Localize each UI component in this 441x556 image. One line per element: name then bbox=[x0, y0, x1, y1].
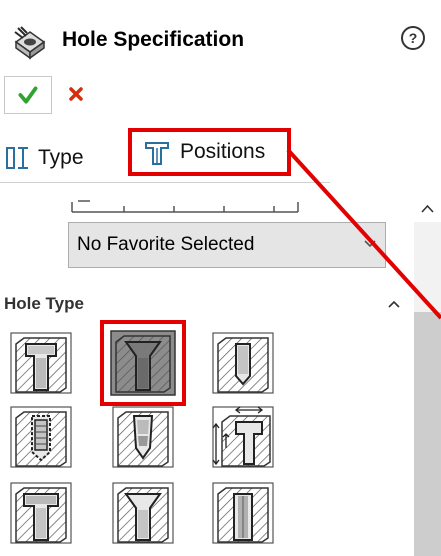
close-x-icon bbox=[69, 87, 83, 101]
straight-tap-icon bbox=[10, 406, 72, 468]
tab-positions[interactable]: Positions bbox=[128, 128, 291, 176]
hole-type-tab-icon bbox=[6, 147, 28, 169]
counterbore-slot-button[interactable] bbox=[8, 480, 74, 546]
tab-type[interactable]: Type bbox=[4, 140, 84, 176]
help-question-icon[interactable]: ? bbox=[399, 24, 427, 52]
dropdown-arrow-icon bbox=[364, 240, 376, 248]
hole-button[interactable] bbox=[210, 330, 276, 396]
scrollbar-thumb[interactable] bbox=[414, 312, 441, 556]
hole-icon bbox=[212, 332, 274, 394]
scrollbar-track[interactable] bbox=[414, 222, 441, 556]
collapse-chevron-icon[interactable] bbox=[386, 296, 402, 312]
legacy-hole-icon bbox=[212, 406, 274, 468]
cancel-button[interactable] bbox=[60, 76, 100, 114]
favorite-selected-value: No Favorite Selected bbox=[77, 234, 255, 255]
straight-tap-button[interactable] bbox=[8, 404, 74, 470]
tab-positions-label: Positions bbox=[180, 140, 266, 163]
slot-button[interactable] bbox=[210, 480, 276, 546]
hole-wizard-icon bbox=[14, 26, 46, 60]
counterbore-slot-icon bbox=[10, 482, 72, 544]
property-manager-header: Hole Specification ? bbox=[0, 0, 441, 80]
scroll-up-arrow-icon[interactable] bbox=[414, 196, 441, 222]
vertical-scrollbar[interactable] bbox=[414, 196, 441, 556]
ok-button[interactable] bbox=[4, 76, 52, 114]
property-manager-tabs: Type Positions bbox=[0, 126, 441, 186]
tapered-tap-button[interactable] bbox=[110, 404, 176, 470]
counterbore-button[interactable] bbox=[8, 330, 74, 396]
selected-hole-type-highlight bbox=[100, 320, 186, 406]
hole-type-section-header[interactable]: Hole Type bbox=[0, 288, 414, 322]
hole-positions-tab-icon bbox=[145, 142, 169, 165]
property-manager-title: Hole Specification bbox=[62, 28, 245, 51]
tapered-tap-icon bbox=[112, 406, 174, 468]
favorite-toolbar-ruler bbox=[71, 200, 299, 213]
hole-type-section-title: Hole Type bbox=[4, 294, 84, 313]
countersink-slot-icon bbox=[112, 482, 174, 544]
legacy-hole-button[interactable] bbox=[210, 404, 276, 470]
tab-type-label: Type bbox=[38, 146, 84, 169]
tab-divider bbox=[0, 182, 330, 183]
counterbore-icon bbox=[10, 332, 72, 394]
svg-text:?: ? bbox=[409, 30, 418, 46]
checkmark-icon bbox=[18, 86, 38, 104]
countersink-slot-button[interactable] bbox=[110, 480, 176, 546]
favorite-dropdown[interactable]: No Favorite Selected bbox=[68, 222, 386, 268]
slot-icon bbox=[212, 482, 274, 544]
